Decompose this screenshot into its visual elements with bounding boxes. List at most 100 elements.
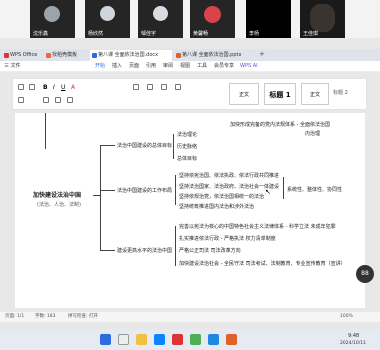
start-icon[interactable] — [100, 334, 111, 345]
avatar — [100, 6, 115, 21]
underline-icon[interactable]: U — [61, 84, 65, 91]
format-painter-icon[interactable] — [29, 84, 35, 90]
mindmap-leaf: 坚持统筹推进国内法治和涉外法治 — [179, 204, 255, 210]
connector-line — [45, 113, 46, 149]
menu-bar: 三 文件 开始 插入 页面 引用 审阅 视图 工具 会员专享 WPS AI — [0, 61, 380, 72]
style-heading2-box[interactable]: 正文 — [301, 83, 329, 105]
mindmap-root-sub: (法治、人治、法制) — [37, 202, 81, 208]
mindmap-branch: 法治中国建设的工作布局 — [117, 188, 173, 194]
menu-view[interactable]: 视图 — [180, 61, 190, 72]
floating-badge[interactable]: 88 — [356, 265, 374, 283]
menu-review[interactable]: 审阅 — [163, 61, 173, 72]
file-explorer-icon[interactable] — [136, 334, 147, 345]
style-label: 正文 — [309, 92, 320, 98]
align-left-icon[interactable] — [43, 97, 49, 103]
participant-name: 杨欣然 — [88, 31, 104, 37]
connector-line — [93, 195, 101, 196]
file-menu[interactable]: 三 文件 — [4, 61, 21, 72]
participant-name: 李杨 — [249, 31, 260, 37]
tab-label: 找稻壳模板 — [52, 52, 78, 58]
ppt-icon — [176, 53, 181, 58]
tab-templates[interactable]: 找稻壳模板 — [44, 50, 88, 61]
connector-line — [100, 145, 115, 146]
word-count: 字数: 183 — [35, 314, 56, 319]
menu-tools[interactable]: 工具 — [197, 61, 207, 72]
participant-name: 黄馨畅 — [193, 31, 209, 37]
mindmap-leaf: 系统性、整体性、协同性 — [287, 187, 343, 193]
bold-icon[interactable]: B — [43, 84, 48, 91]
mindmap-leaf: 坚持法治国家、法治政府、法治社会一体建设 — [179, 184, 280, 190]
menu-home[interactable]: 开始 — [95, 61, 105, 72]
video-tile[interactable]: 李杨 — [246, 0, 291, 38]
mindmap-node: 加快形成完备的党内法规体系 - 全面依法治国 — [230, 122, 330, 128]
tab-docx[interactable]: 第八课 全面依法治国.docx — [90, 50, 172, 61]
page-count: 页面: 1/1 — [5, 314, 25, 319]
menu-member[interactable]: 会员专享 — [214, 61, 234, 72]
style-more[interactable]: 标题 2 — [333, 89, 348, 96]
ppt-taskbar-icon[interactable] — [226, 334, 237, 345]
italic-icon[interactable]: I — [53, 84, 55, 91]
connector-line — [173, 134, 174, 159]
app-icon[interactable] — [190, 334, 201, 345]
video-tile[interactable]: 杨欣然 — [85, 0, 130, 38]
new-tab-icon[interactable]: + — [259, 50, 265, 58]
participant-name: 邹佳宇 — [141, 31, 157, 37]
clock-date: 2024/10/11 — [340, 341, 366, 346]
mindmap-branch: 法治中国建设的总体目标 — [117, 143, 173, 149]
cut-icon[interactable] — [18, 97, 24, 103]
style-heading1-box[interactable]: 标题 1 — [264, 83, 296, 105]
tab-bar: WPS Office 找稻壳模板 第八课 全面依法治国.docx 第八课 全面依… — [0, 49, 380, 61]
mindmap-root: 加快建设法治中国 — [33, 192, 82, 199]
edge-icon[interactable] — [154, 334, 165, 345]
zoom-level[interactable]: 100% — [340, 312, 353, 322]
mindmap-leaf: 法治理论 — [177, 132, 198, 138]
avatar — [204, 6, 221, 23]
badge-value: 88 — [361, 270, 369, 277]
avatar — [44, 6, 60, 22]
menu-wps-ai[interactable]: WPS AI — [240, 61, 258, 72]
menu-page[interactable]: 页面 — [129, 61, 139, 72]
mindmap-leaf: 加快建设法治社会 - 全民守法 司法考试、法制教育、专业宣传教育（宣讲） — [179, 261, 346, 267]
avatar — [153, 6, 168, 21]
search-icon[interactable] — [118, 334, 129, 345]
connector-line — [100, 190, 115, 191]
menu-reference[interactable]: 引用 — [146, 61, 156, 72]
connector-line — [175, 226, 176, 266]
tab-label: 第八课 全面依法治国.docx — [98, 52, 159, 58]
mindmap-leaf: 严格公正司法 司法改革方向 — [179, 248, 241, 254]
video-tile[interactable]: 黄馨畅 — [190, 0, 235, 38]
meeting-app-icon[interactable] — [208, 334, 219, 345]
participant-name: 王佳琪 — [303, 31, 319, 37]
mindmap-leaf: 历史脉络 — [177, 144, 198, 150]
video-tile[interactable]: 沈乐鑫 — [30, 0, 75, 38]
connector-line — [100, 145, 101, 250]
style-normal-box[interactable]: 正文 — [229, 83, 259, 105]
mouse-cursor-icon: ↖ — [265, 188, 271, 196]
spell-check[interactable]: 拼写检查: 打开 — [68, 312, 98, 322]
numbering-icon[interactable] — [147, 84, 153, 90]
status-bar: 页面: 1/1 字数: 183 拼写检查: 打开 100% — [0, 312, 380, 322]
indent-icon[interactable] — [161, 84, 167, 90]
word-doc-icon — [92, 53, 97, 58]
wps-taskbar-icon[interactable] — [172, 334, 183, 345]
paste-icon[interactable] — [18, 84, 24, 90]
connector-line — [283, 177, 284, 199]
template-icon — [46, 53, 51, 58]
video-tile[interactable]: 邹佳宇 — [138, 0, 183, 38]
line-spacing-icon[interactable] — [175, 84, 181, 90]
ribbon-toolbar: B I U A 正文 标题 1 正文 标题 2 — [12, 78, 367, 110]
mindmap-leaf: 完善以宪法为核心的中国特色社会主义法律体系 - 科学立法 未成年犯罪 — [179, 224, 336, 230]
align-right-icon[interactable] — [67, 97, 73, 103]
font-color-icon[interactable]: A — [71, 84, 75, 91]
clock-time: 9:48 — [348, 333, 360, 339]
tab-pptx[interactable]: 第八课 全面依法治国.pptx — [174, 50, 256, 61]
document-page: 加快形成完备的党内法规体系 - 全面依法治国 内治理 加快建设法治中国 (法治、… — [15, 113, 365, 308]
align-center-icon[interactable] — [55, 97, 61, 103]
menu-insert[interactable]: 插入 — [112, 61, 122, 72]
video-tile[interactable]: 王佳琪 — [300, 0, 345, 38]
mindmap-leaf: 坚持依规治党，依法治国相统一的法治 — [179, 194, 265, 200]
style-label: 标题 1 — [269, 91, 291, 99]
bullets-icon[interactable] — [133, 84, 139, 90]
tab-label: WPS Office — [10, 52, 38, 58]
tab-wps[interactable]: WPS Office — [2, 50, 42, 61]
